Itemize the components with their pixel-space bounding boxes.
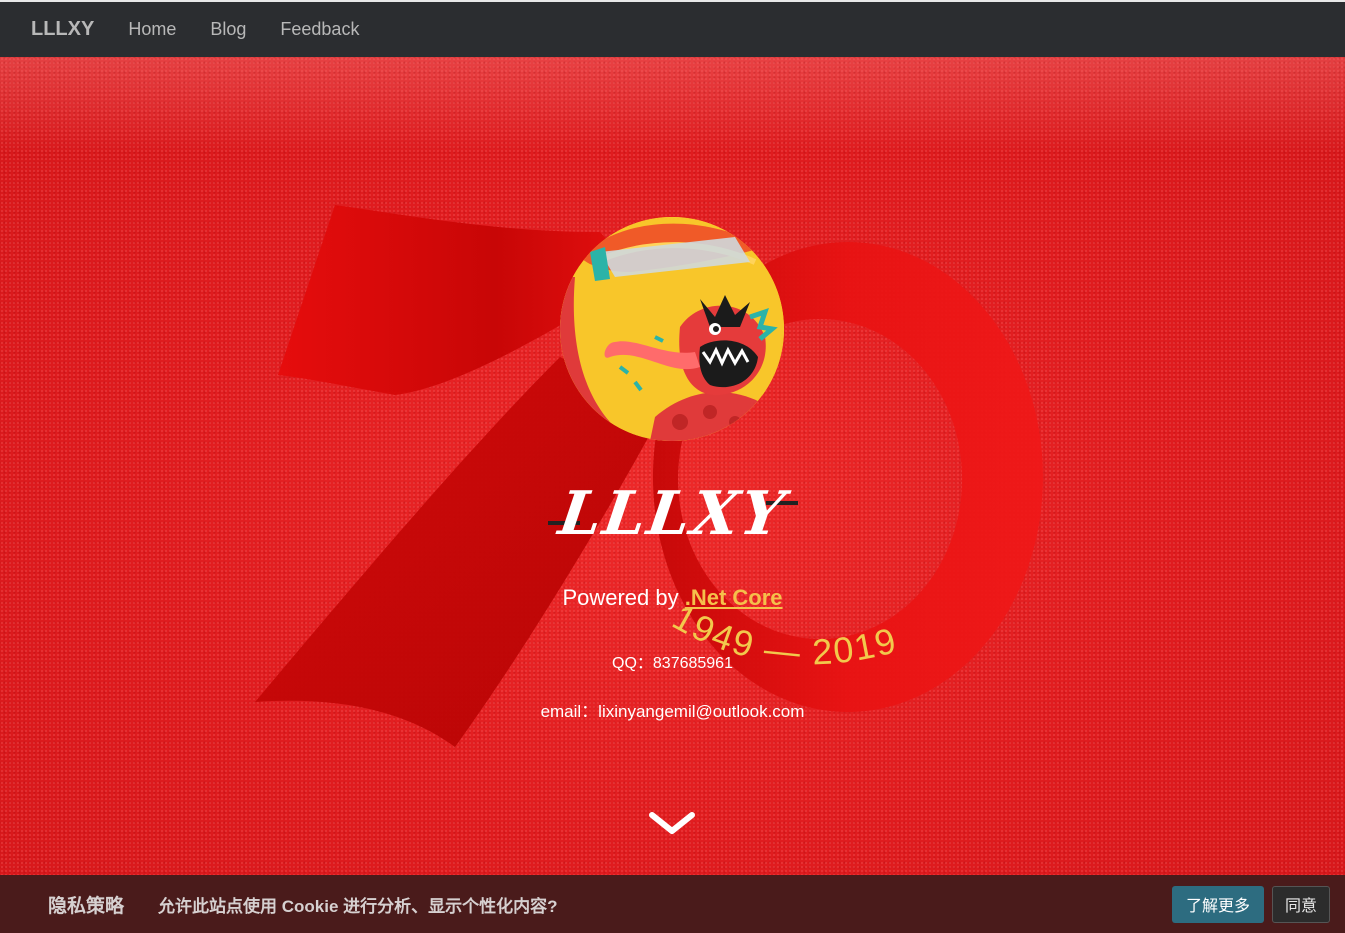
- privacy-policy-title: 隐私策略: [48, 895, 125, 917]
- brand-link[interactable]: LLLXY: [31, 18, 94, 41]
- email-contact: email：lixinyangemil@outlook.com: [540, 702, 805, 721]
- top-navbar: LLLXY Home Blog Feedback: [0, 0, 1345, 57]
- hero-section: 1949 — 2019 LLLXY Powered by .Net Core Q…: [0, 57, 1345, 875]
- nav-blog[interactable]: Blog: [210, 19, 246, 40]
- dragon-avatar-illustration: [560, 217, 784, 441]
- nav-home[interactable]: Home: [128, 19, 176, 40]
- chevron-down-icon[interactable]: [648, 809, 696, 839]
- cookie-consent-bar: 隐私策略 允许此站点使用 Cookie 进行分析、显示个性化内容? 了解更多 同…: [0, 875, 1345, 933]
- qq-contact: QQ：837685961: [612, 655, 733, 672]
- cookie-message: 允许此站点使用 Cookie 进行分析、显示个性化内容?: [158, 896, 558, 916]
- nav-feedback[interactable]: Feedback: [280, 19, 359, 40]
- agree-button[interactable]: 同意: [1272, 885, 1330, 923]
- anniversary-70-graphic: 1949 — 2019: [255, 205, 1043, 747]
- avatar: [560, 217, 784, 441]
- learn-more-button[interactable]: 了解更多: [1172, 885, 1264, 923]
- net-core-link[interactable]: .Net Core: [685, 585, 783, 610]
- powered-by-prefix: Powered by: [562, 585, 685, 610]
- site-title: LLLXY: [554, 479, 791, 549]
- powered-by-line: Powered by .Net Core: [0, 585, 1345, 611]
